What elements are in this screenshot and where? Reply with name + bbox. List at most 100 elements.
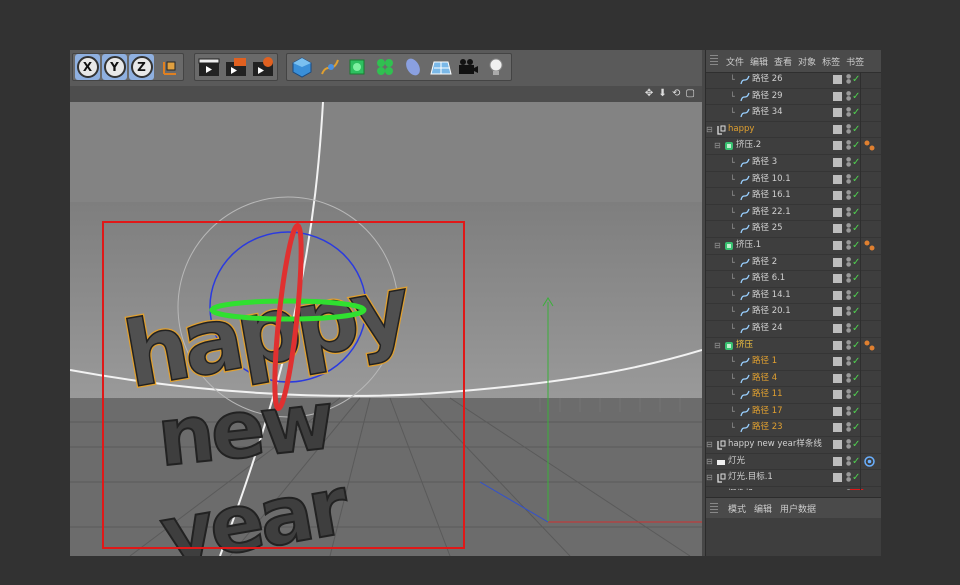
object-name[interactable]: 路径 16.1 [752,188,791,204]
object-row[interactable]: └ 路径 16.1 ● ● ✓ [706,188,881,205]
object-row[interactable]: └ 路径 25 ● ● ✓ [706,221,881,238]
object-row[interactable]: ⊟ happy new year样条线 ● ● ✓ [706,437,881,454]
object-row[interactable]: └ 路径 3 ● ● ✓ [706,155,881,172]
visibility-dots[interactable]: ●● [846,289,851,301]
object-row[interactable]: └ 路径 34 ● ● ✓ [706,105,881,122]
object-row[interactable]: └ 路径 24 ● ● ✓ [706,321,881,338]
object-row[interactable]: └ 路径 26 ● ● ✓ [706,72,881,89]
visibility-dots[interactable]: ●● [846,74,851,85]
object-row[interactable]: └ 路径 22.1 ● ● ✓ [706,205,881,222]
object-row[interactable]: └ 路径 11 ● ● ✓ [706,387,881,404]
object-name[interactable]: 路径 22.1 [752,205,791,221]
layer-color-swatch[interactable] [833,307,842,317]
visibility-dots[interactable]: ●● [846,156,851,168]
layer-color-swatch[interactable] [833,257,842,267]
visibility-dots[interactable]: ●● [846,306,851,317]
3d-viewport[interactable]: happy happy new year [70,102,702,556]
tree-expander[interactable]: ⊟ [706,470,713,486]
visibility-dots[interactable]: ●● [846,372,851,384]
layer-color-swatch[interactable] [833,75,842,84]
menu-edit[interactable]: 编辑 [750,55,768,68]
object-name[interactable]: 灯光 [728,454,745,470]
visibility-dots[interactable]: ●● [846,455,851,467]
object-name[interactable]: 路径 24 [752,321,783,337]
render-settings-icon[interactable] [250,55,275,79]
viewport-nav-icons[interactable]: ✥ ⬇ ⟲ ▢ [645,88,696,99]
layer-color-swatch[interactable] [833,274,842,284]
camera-icon[interactable] [456,55,482,79]
visibility-dots[interactable]: ●● [846,173,851,185]
visibility-dots[interactable]: ●● [846,273,851,284]
menu-mode[interactable]: 模式 [728,502,746,515]
object-name[interactable]: 路径 25 [752,221,783,237]
layer-color-swatch[interactable] [833,157,842,167]
layer-color-swatch[interactable] [833,240,842,250]
layer-color-swatch[interactable] [833,373,842,383]
layer-color-swatch[interactable] [833,290,842,300]
object-name[interactable]: 路径 1 [752,354,777,370]
menu-objects[interactable]: 对象 [798,55,816,68]
target-tag-icon[interactable] [864,455,875,467]
object-row[interactable]: └ 路径 29 ● ● ✓ [706,89,881,106]
menu-attr-edit[interactable]: 编辑 [754,502,772,515]
visibility-dots[interactable]: ●● [846,356,851,367]
visibility-dots[interactable]: ●● [846,123,851,135]
render-view-icon[interactable] [197,55,222,79]
object-row[interactable]: └ 路径 20.1 ● ● ✓ [706,304,881,321]
visibility-dots[interactable]: ●● [846,405,851,417]
layer-color-swatch[interactable] [833,406,842,416]
menu-view[interactable]: 查看 [774,55,792,68]
object-name[interactable]: 路径 23 [752,420,783,436]
layer-color-swatch[interactable] [833,124,842,134]
object-row[interactable]: ⊟摄像机●●✓ [706,487,881,490]
layer-color-swatch[interactable] [833,340,842,350]
tree-expander[interactable]: ⊟ [706,454,713,470]
deformer-icon[interactable] [400,55,426,79]
layer-color-swatch[interactable] [833,191,842,201]
object-row[interactable]: ⊟ 挤压.2 ● ● ✓ [706,138,881,155]
layer-color-swatch[interactable] [833,91,842,101]
lock-y-button[interactable]: Y [102,54,127,80]
object-name[interactable]: 挤压.1 [736,238,761,254]
layer-color-swatch[interactable] [833,357,842,367]
render-picture-viewer-icon[interactable] [224,55,249,79]
object-name[interactable]: 路径 11 [752,387,783,403]
object-name[interactable]: 路径 20.1 [752,304,791,320]
visibility-dots[interactable]: ●● [846,206,851,218]
visibility-dots[interactable]: ●● [846,422,851,433]
visibility-dots[interactable]: ●● [846,256,851,268]
object-name[interactable]: 摄像机 [728,487,754,490]
tree-expander[interactable]: ⊟ [714,338,721,354]
tree-expander[interactable]: ⊟ [706,122,713,138]
object-row[interactable]: ⊟ 挤压.1 ● ● ✓ [706,238,881,255]
object-name[interactable]: 路径 26 [752,72,783,88]
visibility-dots[interactable]: ●● [846,322,851,334]
object-row[interactable]: └ 路径 10.1 ● ● ✓ [706,172,881,189]
object-row[interactable]: └ 路径 6.1 ● ● ✓ [706,271,881,288]
layer-color-swatch[interactable] [833,456,842,466]
layer-color-swatch[interactable] [833,390,842,400]
layer-color-swatch[interactable] [833,207,842,217]
layer-color-swatch[interactable] [833,423,842,433]
object-name[interactable]: happy [728,122,754,138]
object-row[interactable]: └ 路径 17 ● ● ✓ [706,404,881,421]
object-row[interactable]: ⊟ 挤压 ● ● ✓ [706,338,881,355]
visibility-dots[interactable]: ●● [846,190,851,201]
tree-expander[interactable]: ⊟ [714,238,721,254]
object-name[interactable]: happy new year样条线 [728,437,822,453]
lock-x-button[interactable]: X [75,54,100,80]
coordinate-system-icon[interactable] [156,55,181,79]
object-row[interactable]: └ 路径 1 ● ● ✓ [706,354,881,371]
object-name[interactable]: 灯光.目标.1 [728,470,773,486]
object-row[interactable]: ⊟ 灯光.目标.1 ● ● ✓ [706,470,881,487]
layer-color-swatch[interactable] [833,108,842,118]
phong-tag-icon[interactable] [864,340,875,351]
object-name[interactable]: 路径 14.1 [752,288,791,304]
menu-tags[interactable]: 标签 [822,55,840,68]
object-name[interactable]: 路径 29 [752,89,783,105]
attr-grip-icon[interactable] [710,503,718,513]
visibility-dots[interactable]: ●● [846,107,851,118]
layer-color-swatch[interactable] [833,473,842,483]
tree-expander[interactable]: ⊟ [714,138,721,154]
object-name[interactable]: 路径 6.1 [752,271,785,287]
